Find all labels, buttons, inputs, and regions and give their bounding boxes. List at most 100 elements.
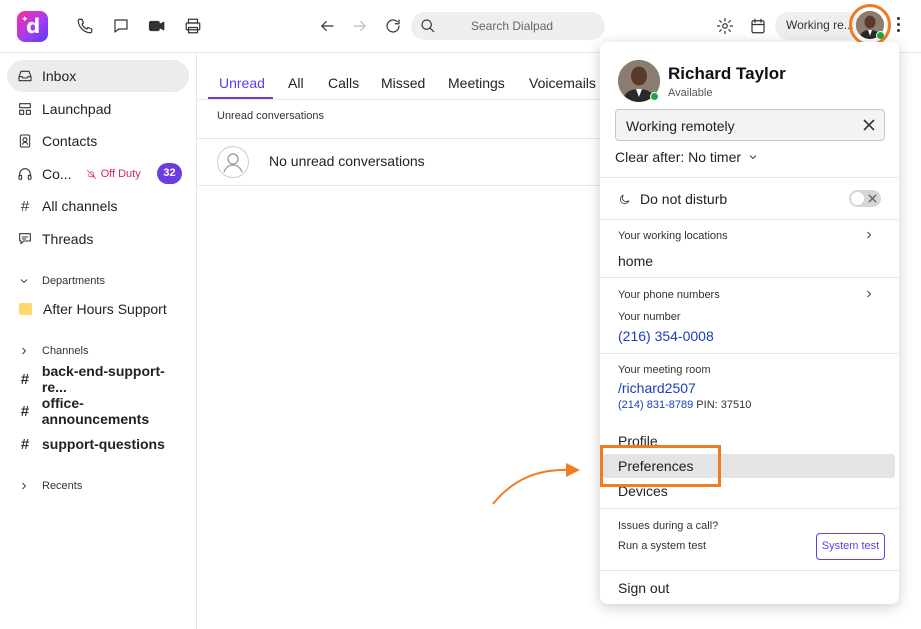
working-location-value: home [618,253,654,269]
phone-numbers-label[interactable]: Your phone numbers [618,289,720,301]
print-icon[interactable] [181,14,205,38]
hash-icon: # [20,435,30,453]
sidebar-item-label: All channels [42,198,118,214]
back-arrow-icon[interactable] [315,14,339,38]
inbox-icon [18,70,32,82]
divider [600,219,899,220]
headset-icon [18,168,32,180]
chevron-right-icon[interactable] [863,288,875,300]
sidebar-item-label: office-announcements [41,395,150,427]
issues-title: Issues during a call? [618,520,719,532]
meeting-dial-in[interactable]: (214) 831-8789 PIN: 37510 [618,399,751,411]
tab-meetings[interactable]: Meetings [448,75,505,91]
refresh-icon[interactable] [381,14,405,38]
forward-arrow-icon[interactable] [348,14,372,38]
sidebar-item-label: Launchpad [42,101,112,117]
sidebar: Inbox Launchpad Contacts Co... Off Duty … [0,53,197,629]
sidebar-item-label: After Hours Support [43,301,167,317]
profile-name: Richard Taylor [668,64,786,83]
hash-icon: # [20,370,30,388]
placeholder-avatar-icon [217,146,249,178]
more-options-icon[interactable] [893,15,903,37]
channels-header[interactable]: Channels [18,345,88,357]
availability-text: Available [668,87,713,99]
row-divider [197,185,600,186]
tab-unread[interactable]: Unread [219,75,265,91]
online-status-dot [650,92,659,101]
sidebar-item-label: Inbox [42,68,77,84]
tab-all[interactable]: All [288,75,304,91]
dialpad-logo[interactable]: ✦ d [17,11,48,42]
sign-out-button[interactable]: Sign out [618,580,669,596]
close-icon [868,194,877,203]
off-duty-status: Off Duty [86,168,141,180]
phone-icon[interactable] [73,14,97,38]
search-input[interactable]: Search Dialpad [411,12,605,40]
sidebar-item-channel[interactable]: # office-announcements [7,395,189,427]
departments-header[interactable]: Departments [18,275,105,287]
your-number-label: Your number [618,311,681,323]
status-message-text: Working remotely [626,118,735,134]
hash-icon: # [20,197,30,215]
hash-icon: # [20,402,30,420]
section-label: Unread conversations [217,110,325,122]
avatar-highlight-ring [849,4,891,46]
sidebar-item-contacts[interactable]: Contacts [7,125,189,157]
calendar-icon[interactable] [746,14,770,38]
unread-count-badge: 32 [157,163,182,184]
sidebar-item-label: Contacts [42,133,98,149]
meeting-room-label: Your meeting room [618,364,711,376]
annotation-arrow-icon [492,463,580,505]
divider [600,353,899,354]
chevron-right-icon[interactable] [863,229,875,241]
divider [600,570,899,571]
video-icon[interactable] [145,14,169,38]
divider [600,508,899,509]
sidebar-item-channel[interactable]: # support-questions [7,428,189,460]
sidebar-item-label: Threads [42,231,94,247]
bell-off-icon [86,169,96,179]
divider [600,277,899,278]
sidebar-item-threads[interactable]: Threads [7,223,189,255]
section-divider [197,138,600,139]
do-not-disturb-label: Do not disturb [618,191,727,207]
divider [600,177,899,178]
meeting-room-link[interactable]: /richard2507 [618,380,696,396]
profile-menu: Richard Taylor Available Working remotel… [600,42,899,604]
preferences-highlight-box [600,445,721,487]
sidebar-item-label: back-end-support-re... [41,363,165,395]
sidebar-item-inbox[interactable]: Inbox [7,60,189,92]
tab-calls[interactable]: Calls [328,75,359,91]
chevron-down-icon [749,155,757,160]
chevron-down-icon [20,279,28,284]
sidebar-item-department[interactable]: After Hours Support [7,293,189,325]
clear-status-icon[interactable] [862,118,876,132]
sidebar-item-label: Co... [42,166,72,182]
sidebar-item-launchpad[interactable]: Launchpad [7,93,189,125]
tabs-divider [197,99,600,100]
phone-number-link[interactable]: (216) 354-0008 [618,328,714,344]
sidebar-item-all-channels[interactable]: # All channels [7,190,189,222]
sidebar-item-contact-center[interactable]: Co... Off Duty 32 [7,158,189,190]
empty-state-message: No unread conversations [269,153,425,169]
issues-subtitle: Run a system test [618,540,707,552]
tab-missed[interactable]: Missed [381,75,425,91]
clear-after-dropdown[interactable]: Clear after: No timer [615,149,759,165]
chevron-right-icon [22,347,27,355]
threads-icon [19,233,31,245]
search-icon [421,19,435,33]
sidebar-item-channel[interactable]: # back-end-support-re... [7,363,189,395]
do-not-disturb-toggle[interactable] [849,190,881,207]
working-locations-label[interactable]: Your working locations [618,230,728,242]
message-icon[interactable] [109,14,133,38]
system-test-button[interactable]: System test [816,533,885,560]
launchpad-icon [19,103,31,115]
contacts-icon [19,134,31,148]
sidebar-item-label: support-questions [42,436,165,452]
gear-icon[interactable] [713,14,737,38]
search-placeholder: Search Dialpad [471,19,554,33]
recents-header[interactable]: Recents [18,480,82,492]
tab-voicemails[interactable]: Voicemails [529,75,596,91]
moon-icon [620,194,630,204]
status-message-field[interactable]: Working remotely [615,109,885,141]
